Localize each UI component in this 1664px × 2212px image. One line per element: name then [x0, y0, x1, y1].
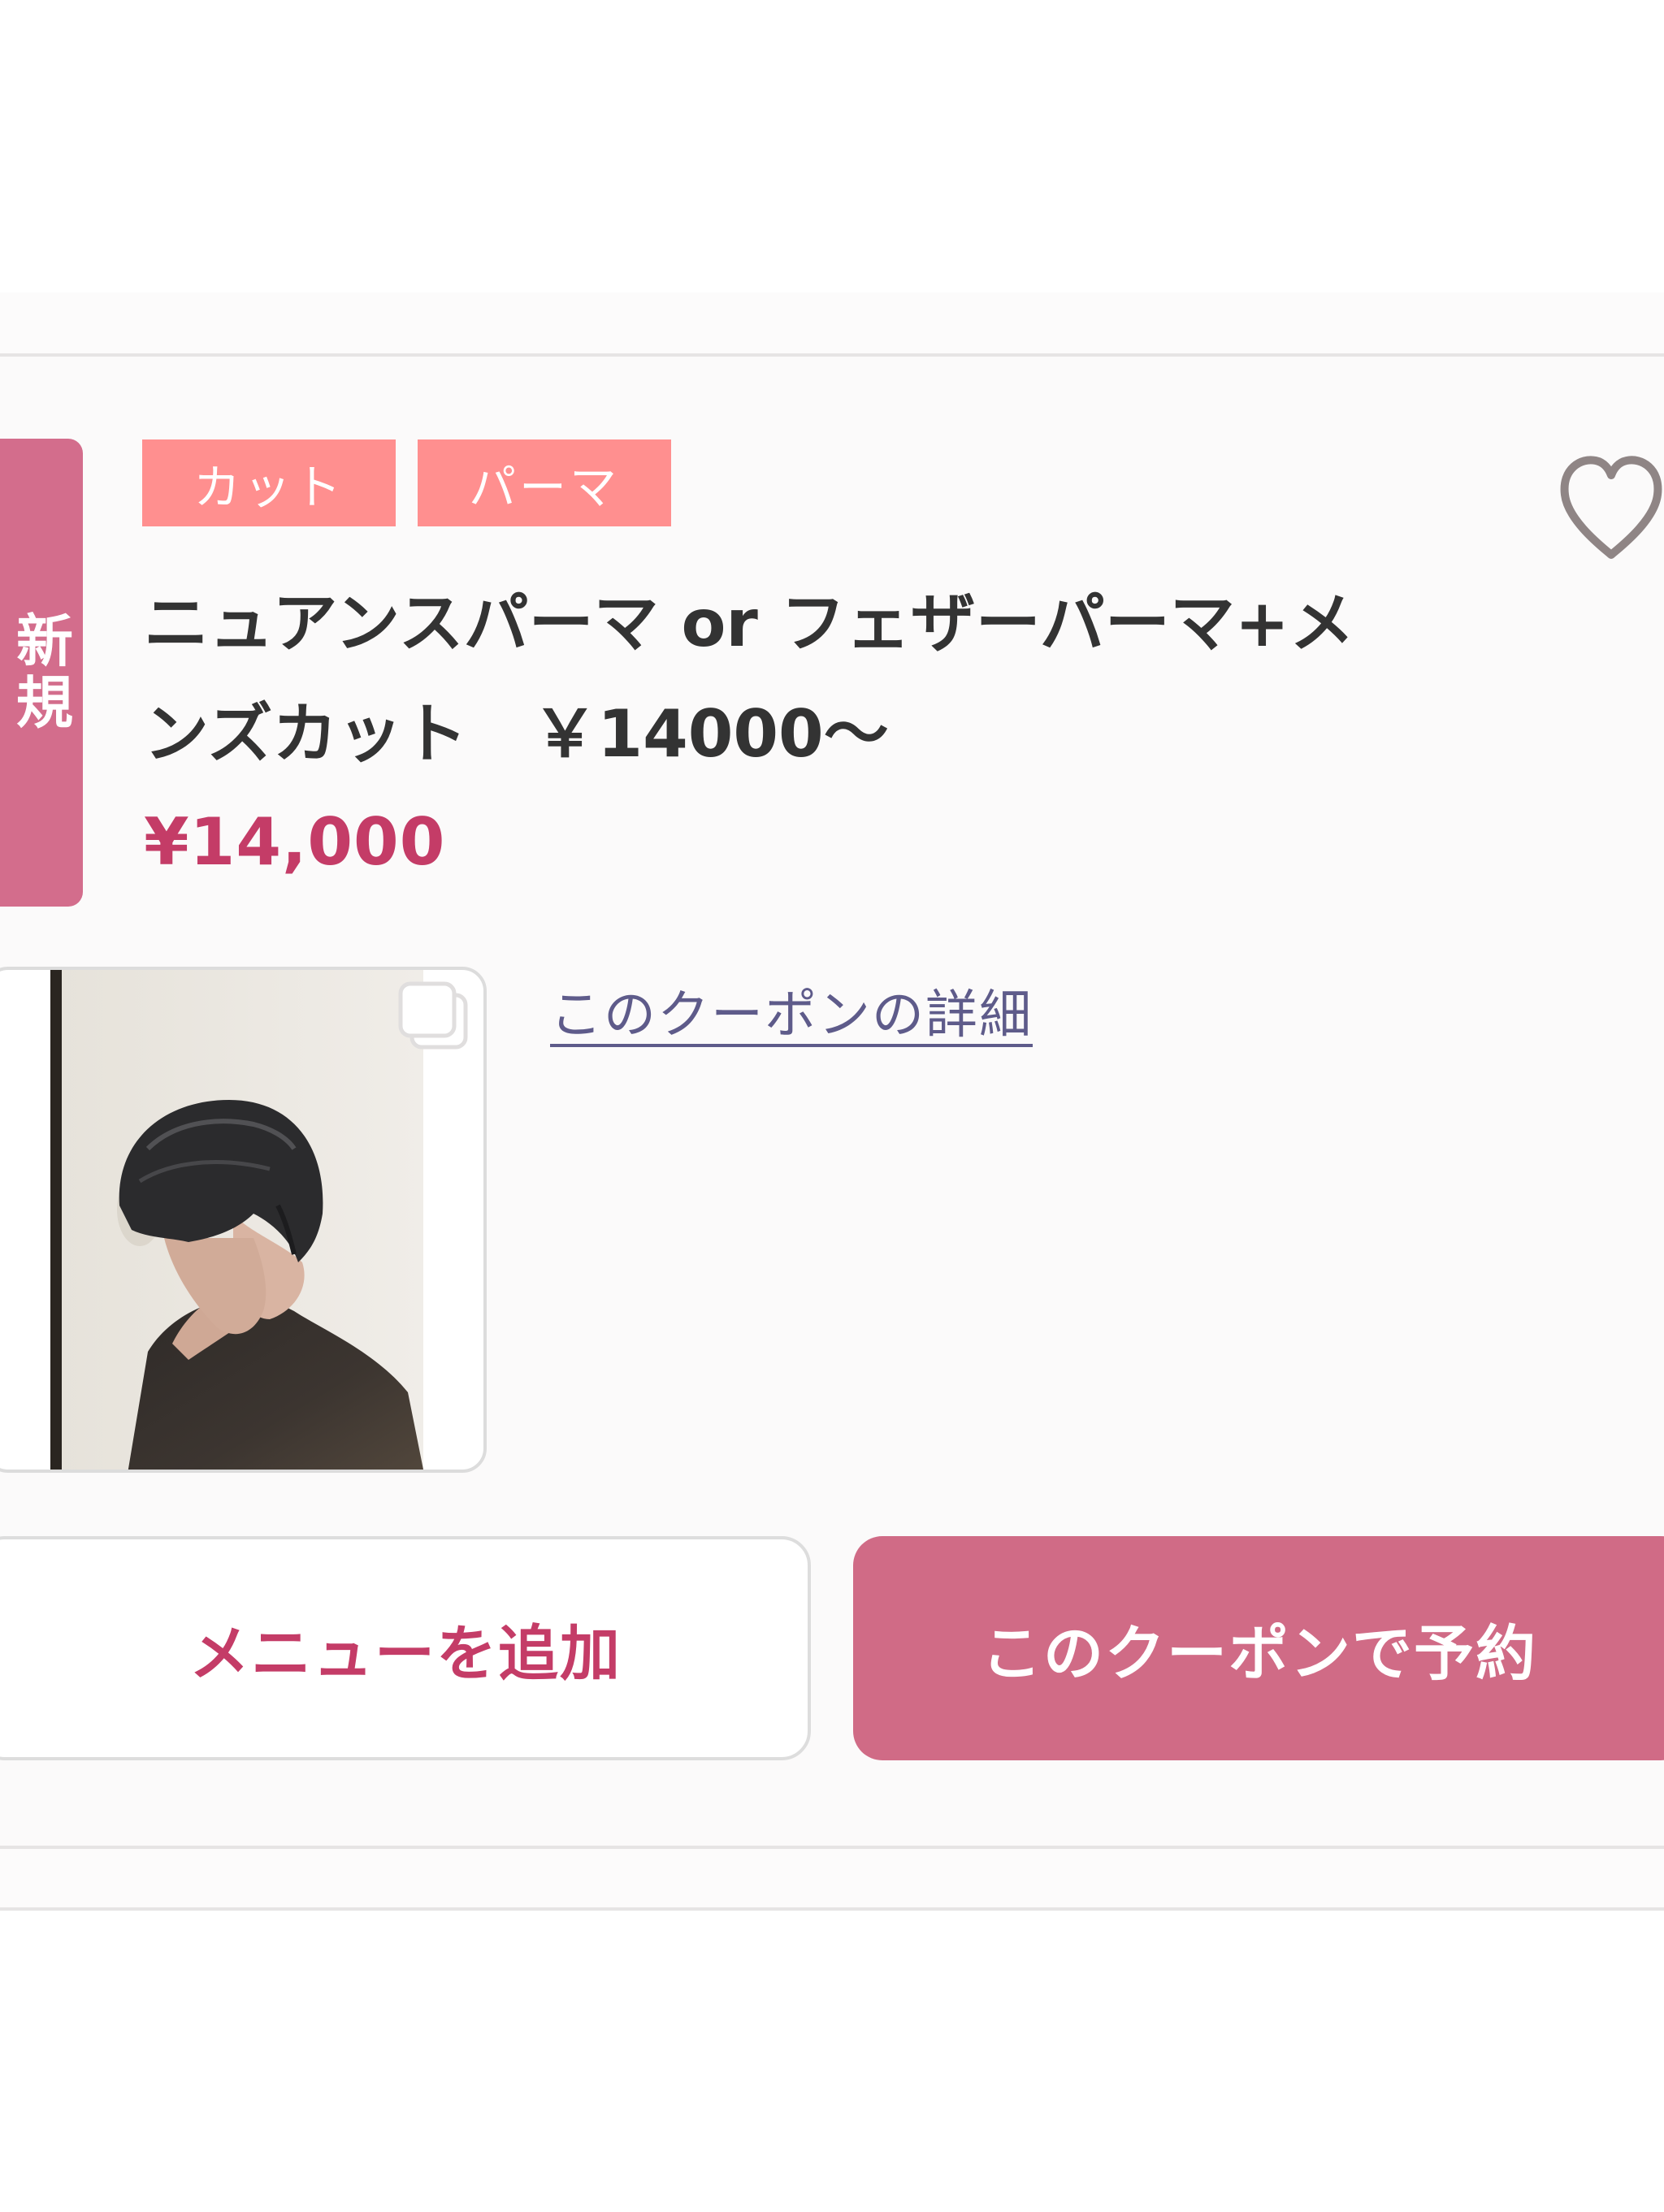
coupon-title-line2: ンズカット ￥14000〜: [144, 696, 889, 772]
multiple-images-icon: [398, 981, 468, 1050]
top-spacer: [0, 0, 1664, 292]
coupon-price: ¥14,000: [144, 804, 446, 880]
coupon-title: ニュアンスパーマ or フェザーパーマ+メ ンズカット ￥14000〜: [144, 569, 1525, 790]
heart-icon[interactable]: [1558, 451, 1664, 565]
new-customer-badge: 新規: [0, 439, 83, 907]
add-menu-button[interactable]: メニューを追加: [0, 1536, 811, 1760]
tag-cut: カット: [142, 439, 396, 526]
bottom-spacer: [0, 1911, 1664, 2212]
reserve-with-coupon-button[interactable]: このクーポンで予約: [853, 1536, 1664, 1760]
coupon-detail-link[interactable]: このクーポンの詳細: [550, 973, 1033, 1048]
style-photo: [50, 970, 423, 1470]
coupon-title-line1: ニュアンスパーマ or フェザーパーマ+メ: [144, 586, 1354, 661]
tag-perm: パーマ: [418, 439, 671, 526]
